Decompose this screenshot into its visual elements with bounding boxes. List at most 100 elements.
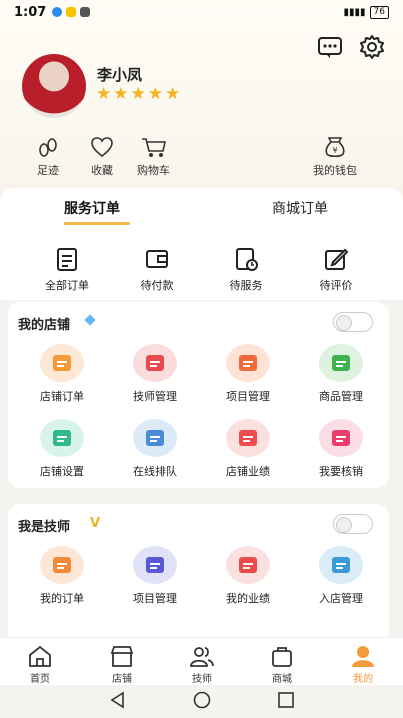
my_shop-grid-item[interactable]: 商品管理 xyxy=(295,344,387,404)
order-action-label: 待服务 xyxy=(229,279,263,292)
order-action-label: 待付款 xyxy=(140,279,174,292)
feature-icon xyxy=(40,344,84,382)
feature-icon xyxy=(226,546,270,584)
my-shop-section: 我的店铺 店铺订单 技师管理 项目管理 商品管理店铺设置 在线排队 店铺业绩 我要核销 xyxy=(8,302,389,488)
feature-icon xyxy=(319,419,363,457)
feature-label: 我要核销 xyxy=(319,465,363,478)
app-notification-icon xyxy=(52,7,63,17)
feature-label: 商品管理 xyxy=(319,390,363,403)
feature-label: 项目管理 xyxy=(133,592,177,605)
technician-section: 我是技师 V 我的订单 项目管理 我的业绩 入店管理 xyxy=(8,504,389,644)
feature-icon xyxy=(40,419,84,457)
my_shop-grid-item[interactable]: 我要核销 xyxy=(295,419,387,479)
tab-label: 首页 xyxy=(30,674,50,685)
shop-toggle[interactable] xyxy=(333,312,373,332)
pending-payment-button[interactable]: 待付款 xyxy=(122,246,192,293)
my_shop-grid-item[interactable]: 项目管理 xyxy=(202,344,294,404)
edit-icon xyxy=(325,248,349,270)
feature-icon xyxy=(133,344,177,382)
pending-review-button[interactable]: 待评价 xyxy=(301,246,371,293)
tab-label: 店铺 xyxy=(112,674,132,685)
pending-service-button[interactable]: 待服务 xyxy=(211,246,281,293)
tab-mall-orders[interactable]: 商城订单 xyxy=(272,198,328,218)
svg-text:¥: ¥ xyxy=(332,146,337,155)
wallet-link[interactable]: ¥ 我的钱包 xyxy=(313,136,357,178)
feature-icon xyxy=(319,546,363,584)
status-time: 1:07 xyxy=(14,4,47,20)
feature-icon xyxy=(133,419,177,457)
feature-icon xyxy=(40,546,84,584)
v-badge-icon: V xyxy=(90,516,101,531)
footprint-link[interactable]: 足迹 xyxy=(36,136,60,178)
money-bag-icon: ¥ xyxy=(325,137,345,158)
feature-label: 店铺订单 xyxy=(40,390,84,403)
signal-icon: ▮▮▮▮ xyxy=(343,6,366,18)
tab-home[interactable]: 首页 xyxy=(10,644,70,685)
technician-grid-item[interactable]: 入店管理 xyxy=(295,546,387,606)
feature-label: 我的业绩 xyxy=(226,592,270,605)
clipboard-icon xyxy=(57,248,77,271)
technician-grid-item[interactable]: 项目管理 xyxy=(109,546,201,606)
quick-link-label: 足迹 xyxy=(37,164,59,177)
person-icon xyxy=(352,646,374,667)
tab-mine[interactable]: 我的 xyxy=(333,644,393,685)
my_shop-grid-item[interactable]: 店铺业绩 xyxy=(202,419,294,479)
feature-label: 我的订单 xyxy=(40,592,84,605)
recent-apps-icon[interactable] xyxy=(277,691,295,713)
tab-mall[interactable]: 商城 xyxy=(252,644,312,685)
quick-links: 足迹 收藏 购物车 ¥ 我的钱包 xyxy=(0,136,403,186)
back-icon[interactable] xyxy=(109,691,127,713)
users-icon xyxy=(190,647,214,667)
feature-icon xyxy=(226,344,270,382)
feature-icon xyxy=(226,419,270,457)
system-nav-bar xyxy=(0,685,403,718)
my-shop-title: 我的店铺 xyxy=(18,318,71,333)
my_shop-grid-item[interactable]: 店铺设置 xyxy=(16,419,108,479)
wallet-icon xyxy=(146,250,168,268)
cart-link[interactable]: 购物车 xyxy=(137,136,170,178)
shopping-bag-icon xyxy=(272,647,292,667)
order-action-label: 待评价 xyxy=(319,279,353,292)
message-icon[interactable] xyxy=(317,34,343,60)
order-card: 服务订单 商城订单 全部订单 待付款 待服务 待评价 xyxy=(0,188,403,300)
feature-label: 在线排队 xyxy=(133,465,177,478)
user-name: 李小凤 xyxy=(97,66,143,84)
app-notification-icon xyxy=(80,7,91,17)
feature-label: 技师管理 xyxy=(133,390,177,403)
technician-title: 我是技师 xyxy=(18,520,71,535)
tab-service-orders[interactable]: 服务订单 xyxy=(64,198,120,218)
favorites-link[interactable]: 收藏 xyxy=(90,136,114,178)
feature-label: 店铺业绩 xyxy=(226,465,270,478)
active-tab-underline xyxy=(64,222,130,225)
app-notification-icon xyxy=(66,7,77,17)
settings-gear-icon[interactable] xyxy=(359,34,385,60)
cart-icon xyxy=(141,138,166,157)
store-icon xyxy=(110,646,134,667)
avatar[interactable] xyxy=(22,54,86,118)
tab-label: 商城 xyxy=(272,674,292,685)
home-icon xyxy=(29,645,51,667)
footprint-icon xyxy=(39,138,57,157)
feature-label: 入店管理 xyxy=(319,592,363,605)
tab-technician[interactable]: 技师 xyxy=(172,644,232,685)
status-bar: 1:07 ▮▮▮▮ 76 xyxy=(0,0,403,24)
technician-toggle[interactable] xyxy=(333,514,373,534)
my_shop-grid-item[interactable]: 在线排队 xyxy=(109,419,201,479)
my_shop-grid-item[interactable]: 技师管理 xyxy=(109,344,201,404)
diamond-icon xyxy=(84,314,96,326)
home-circle-icon[interactable] xyxy=(193,691,211,713)
quick-link-label: 购物车 xyxy=(137,164,170,177)
order-action-label: 全部订单 xyxy=(45,279,89,292)
quick-link-label: 收藏 xyxy=(91,164,113,177)
technician-grid-item[interactable]: 我的订单 xyxy=(16,546,108,606)
feature-label: 项目管理 xyxy=(226,390,270,403)
feature-label: 店铺设置 xyxy=(40,465,84,478)
my_shop-grid-item[interactable]: 店铺订单 xyxy=(16,344,108,404)
bottom-tab-bar: 首页 店铺 技师 商城 我的 xyxy=(0,637,403,685)
rating-stars: ★★★★★ xyxy=(96,84,183,104)
tab-shop[interactable]: 店铺 xyxy=(92,644,152,685)
all-orders-button[interactable]: 全部订单 xyxy=(32,246,102,293)
tab-label: 我的 xyxy=(353,674,373,685)
feature-icon xyxy=(133,546,177,584)
technician-grid-item[interactable]: 我的业绩 xyxy=(202,546,294,606)
